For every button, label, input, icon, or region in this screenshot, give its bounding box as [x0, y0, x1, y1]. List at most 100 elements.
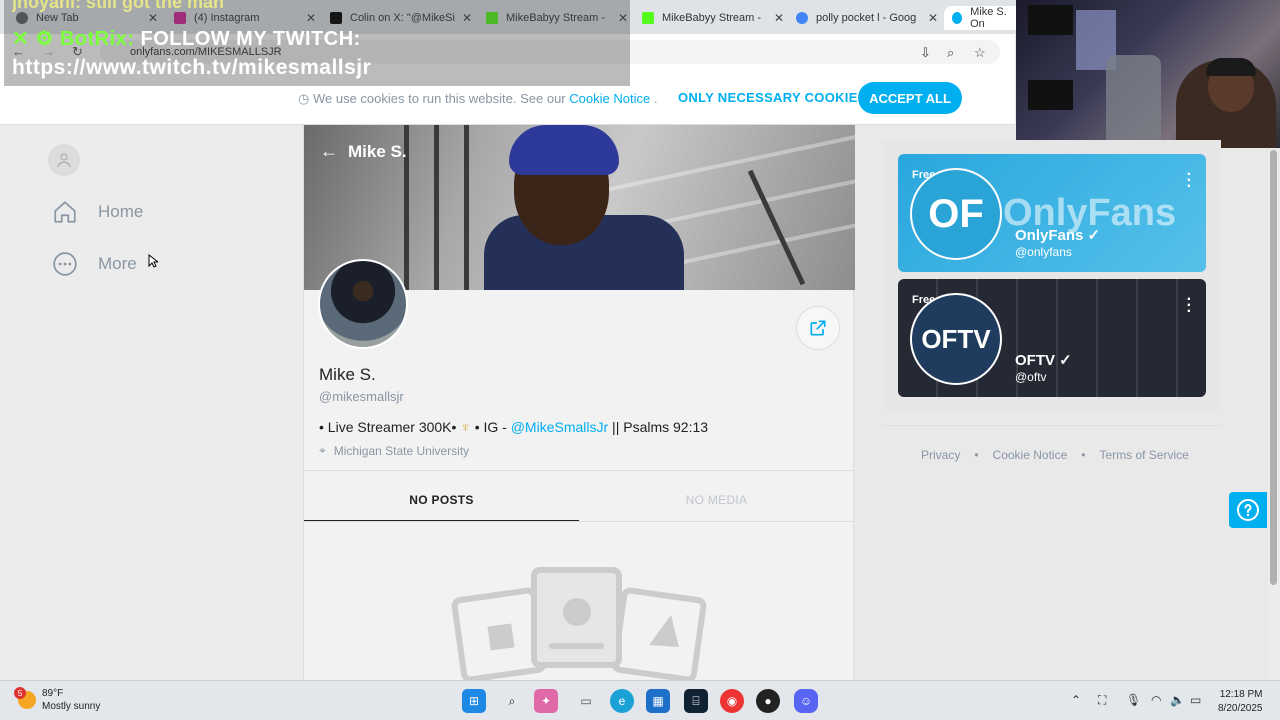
install-icon[interactable]: ⇩ — [920, 45, 931, 61]
edge-icon[interactable]: e — [610, 689, 634, 713]
copilot-icon[interactable]: ✦ — [534, 689, 558, 713]
clock-time: 12:18 PM — [1219, 689, 1263, 700]
task-view-icon[interactable]: ▭ — [574, 689, 598, 713]
home-icon — [52, 199, 78, 225]
banner-person-durag — [509, 125, 619, 175]
cookie-message: We use cookies to run this website. See … — [312, 91, 566, 106]
weather-sun-icon: 5 — [14, 687, 36, 709]
battery-icon[interactable]: ▭ — [1190, 693, 1201, 707]
bookmark-star-icon[interactable]: ☆ — [974, 45, 986, 61]
sidebar-item-label: More — [98, 254, 137, 273]
only-necessary-cookies-button[interactable]: ONLY NECESSARY COOKIES — [678, 90, 867, 105]
mouse-cursor-icon — [148, 254, 158, 268]
terms-of-service-link[interactable]: Terms of Service — [1099, 448, 1188, 462]
tab-onlyfans[interactable]: Mike S. On — [944, 6, 1024, 30]
card-avatar[interactable]: OF — [910, 168, 1002, 260]
overlay-bot-message: ✕ ⚙ BotRix: FOLLOW MY TWITCH: — [12, 26, 361, 51]
divider — [304, 521, 855, 522]
trident-icon: ♆ — [460, 419, 471, 435]
tab-google[interactable]: polly pocket l - Goog ✕ — [788, 6, 944, 30]
card-name: OFTV ✓ — [1015, 351, 1072, 369]
tab-title: MikeBabyy Stream - — [662, 12, 762, 24]
onlyfans-icon — [952, 12, 963, 24]
network-icon[interactable]: ⛶ — [1098, 693, 1106, 708]
bio-instagram-link[interactable]: @MikeSmallsJr — [511, 419, 608, 435]
help-icon — [1237, 499, 1259, 521]
share-button[interactable] — [796, 306, 840, 350]
chrome-icon[interactable]: ◉ — [720, 689, 744, 713]
tab-media[interactable]: NO MEDIA — [579, 493, 854, 507]
close-icon[interactable]: ✕ — [774, 11, 784, 25]
cookie-text: ◷ We use cookies to run this website. Se… — [298, 91, 657, 107]
weather-text: 89°F Mostly sunny — [42, 687, 100, 713]
volume-icon[interactable]: 🔈 — [1170, 693, 1185, 707]
tab-title: Mike S. On — [970, 6, 1007, 30]
discord-icon[interactable]: ☺ — [794, 689, 818, 713]
terminal-icon[interactable]: ⌸ — [684, 689, 708, 713]
tab-title: polly pocket l - Goog — [816, 12, 917, 24]
card-name-text: OnlyFans — [1015, 227, 1084, 244]
stream-chat-overlay: jhoyani: still got the man ✕ ⚙ BotRix: F… — [4, 0, 630, 86]
more-icon — [52, 251, 78, 277]
suggestions-panel: OnlyFans Free OF OnlyFans ✓ @onlyfans · ·… — [883, 140, 1221, 410]
card-handle: @onlyfans — [1015, 245, 1072, 259]
suggestion-card-onlyfans[interactable]: OnlyFans Free OF OnlyFans ✓ @onlyfans · ·… — [898, 154, 1206, 272]
windows-start-icon[interactable]: ⊞ — [462, 689, 486, 713]
scrollbar-thumb[interactable] — [1270, 150, 1277, 585]
zoom-icon[interactable]: ⌕ — [947, 45, 954, 61]
acoustic-panel — [1028, 5, 1073, 35]
privacy-link[interactable]: Privacy — [921, 448, 960, 462]
weather-temp: 89°F — [42, 688, 64, 699]
back-arrow-icon[interactable]: ← — [320, 141, 338, 162]
cookie-info-icon: ◷ — [298, 91, 310, 106]
search-icon[interactable]: ⌕ — [500, 689, 524, 713]
verified-icon: ✓ — [1087, 227, 1101, 244]
close-icon[interactable]: ✕ — [928, 11, 938, 25]
tab-posts[interactable]: NO POSTS — [304, 493, 579, 507]
tab-kick-2[interactable]: MikeBabyy Stream - ✕ — [634, 6, 790, 30]
verified-icon: ✓ — [1059, 352, 1072, 369]
left-sidebar: Home More — [0, 125, 303, 680]
obs-icon[interactable]: ● — [756, 689, 780, 713]
kick-icon — [642, 12, 654, 24]
accept-all-button[interactable]: ACCEPT ALL — [858, 82, 962, 114]
sidebar-item-more[interactable]: More — [52, 251, 137, 277]
card-name: OnlyFans ✓ — [1015, 226, 1100, 244]
card-handle: @oftv — [1015, 370, 1047, 384]
footer-separator: • — [974, 448, 979, 462]
clock[interactable]: 12:18 PM 8/20/2025 — [1218, 688, 1263, 716]
chevron-up-icon[interactable]: ⌃ — [1071, 693, 1081, 707]
profile-location: ⌖ Michigan State University — [319, 443, 469, 458]
sidebar-item-label: Home — [98, 202, 144, 221]
bot-icon: ✕ ⚙ — [12, 28, 54, 50]
bot-name: BotRix: — [59, 28, 135, 50]
wifi-icon[interactable]: ◠ — [1151, 693, 1161, 707]
page-scrollbar[interactable] — [1268, 150, 1280, 680]
microphone-icon[interactable]: 🎙 — [1126, 693, 1141, 707]
webcam-person-cap — [1206, 58, 1256, 76]
card-avatar[interactable]: OFTV — [910, 293, 1002, 385]
bio-text: • Live Streamer 300K• — [319, 419, 461, 435]
cookie-notice-footer-link[interactable]: Cookie Notice — [993, 448, 1068, 462]
weather-widget[interactable]: 5 89°F Mostly sunny — [14, 687, 100, 713]
sidebar-item-home[interactable]: Home — [52, 199, 143, 225]
kebab-menu-icon[interactable]: · · · — [1187, 292, 1192, 320]
user-avatar-icon[interactable] — [48, 144, 80, 176]
divider — [304, 470, 855, 471]
location-pin-icon: ⌖ — [319, 443, 326, 457]
help-button[interactable] — [1229, 492, 1267, 528]
suggestion-card-oftv[interactable]: Free OFTV OFTV ✓ @oftv · · · — [898, 279, 1206, 397]
card-name-text: OFTV — [1015, 352, 1055, 369]
user-icon — [57, 153, 71, 167]
profile-header: ← Mike S. — [320, 141, 407, 162]
store-icon[interactable]: ▦ — [646, 689, 670, 713]
banner-railing — [464, 125, 469, 290]
profile-avatar[interactable] — [318, 259, 408, 349]
kebab-menu-icon[interactable]: · · · — [1187, 167, 1192, 195]
google-icon — [796, 12, 808, 24]
cookie-notice-link[interactable]: Cookie Notice — [569, 91, 650, 106]
banner-person — [474, 125, 694, 290]
divider — [883, 425, 1221, 426]
bio-text: • IG - — [470, 419, 511, 435]
bot-message-line1: FOLLOW MY TWITCH: — [140, 28, 361, 50]
